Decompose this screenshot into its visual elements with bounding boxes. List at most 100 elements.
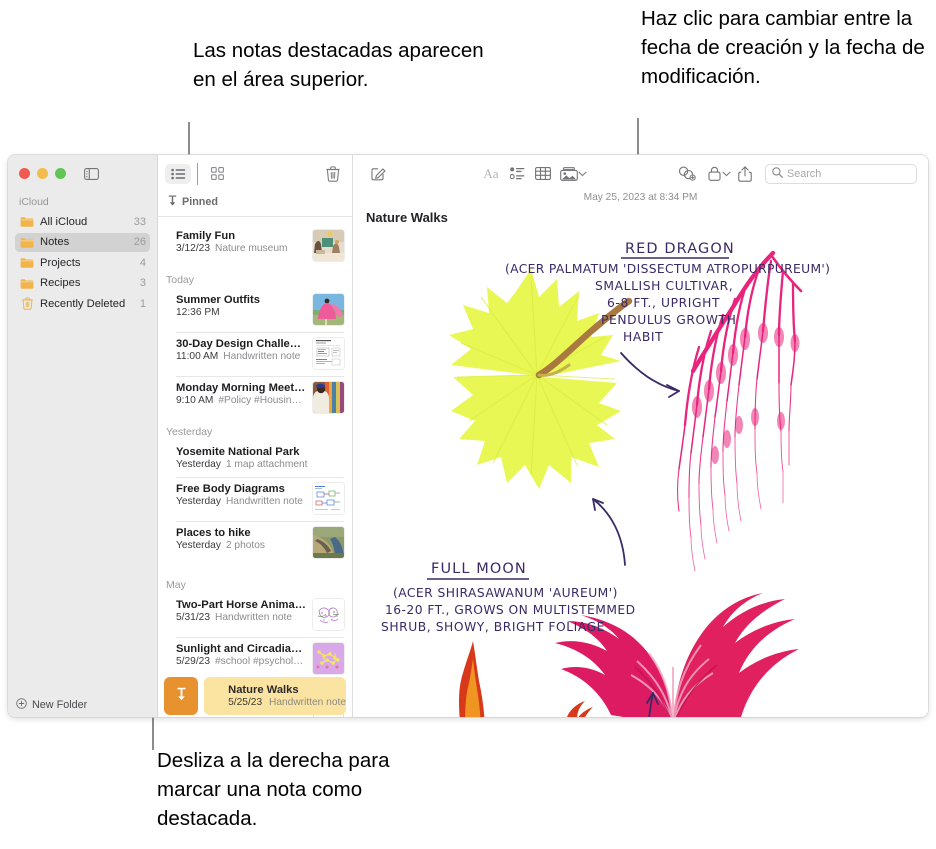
note-date: Yesterday <box>176 540 221 551</box>
list-view-icon[interactable] <box>165 163 191 184</box>
note-date: 5/31/23 <box>176 612 210 623</box>
svg-text:HABIT: HABIT <box>623 330 663 344</box>
swipe-to-pin-row[interactable]: Nature Walks 5/25/23 Handwritten note <box>164 677 346 715</box>
note-title: Places to hike <box>176 527 251 539</box>
sidebar-item-projects[interactable]: Projects 4 <box>15 253 150 273</box>
search-placeholder: Search <box>787 167 822 180</box>
list-item[interactable]: Summer Outfits 12:36 PM <box>158 288 352 332</box>
note-date: Yesterday <box>176 459 221 470</box>
list-item[interactable]: Monday Morning Meeting 9:10 AM #Policy #Ho… <box>158 376 352 420</box>
notes-window: iCloud All iCloud 33 Notes 26 Projects 4 Recip… <box>8 155 928 717</box>
pin-icon <box>168 193 177 211</box>
list-item[interactable]: Free Body Diagrams Yesterday Handwritten n… <box>158 477 352 521</box>
sidebar-toggle-icon[interactable] <box>83 167 99 180</box>
folder-list: All iCloud 33 Notes 26 Projects 4 Recipes 3 Rece… <box>8 212 157 315</box>
trash-icon <box>20 297 34 311</box>
svg-text:(ACER SHIRASAWANUM 'AUREUM'): (ACER SHIRASAWANUM 'AUREUM') <box>393 586 618 600</box>
delete-note-icon[interactable] <box>324 164 342 184</box>
search-input[interactable]: Search <box>765 163 917 184</box>
notes-list-column: Pinned Family Fun 3/12/23 Nature museum Tod… <box>158 155 353 717</box>
svg-text:16-20 FT., GROWS ON MULTISTEMM: 16-20 FT., GROWS ON MULTISTEMMED <box>385 603 636 617</box>
list-item[interactable]: Sunlight and Circadian… 5/29/23 #school #p… <box>158 637 352 681</box>
svg-text:SHRUB, SHOWY, BRIGHT FOLIAGE: SHRUB, SHOWY, BRIGHT FOLIAGE <box>381 620 605 634</box>
format-text-icon[interactable]: Aa <box>478 163 504 185</box>
hw-heading-full-moon: FULL MOON <box>431 561 527 577</box>
callout-date-toggle: Haz clic para cambiar entre la fecha de … <box>641 4 936 91</box>
note-text: Family Fun 3/12/23 Nature museum <box>176 230 306 254</box>
sidebar-item-count: 26 <box>133 236 146 249</box>
svg-text:PENDULUS GROWTH: PENDULUS GROWTH <box>601 313 736 327</box>
note-date-toggle[interactable]: May 25, 2023 at 8:34 PM <box>353 192 928 210</box>
share-tool-group: Search <box>674 163 917 185</box>
chevron-down-icon[interactable] <box>722 169 731 179</box>
callout-pinned-area: Las notas destacadas aparecen en el área… <box>193 36 493 94</box>
notes-group-label: Yesterday <box>166 426 213 438</box>
notes-scroll-area[interactable]: Family Fun 3/12/23 Nature museum Today Summe… <box>158 217 352 717</box>
gallery-view-icon[interactable] <box>204 164 230 184</box>
note-text: Summer Outfits 12:36 PM <box>176 294 306 318</box>
note-detail: 2 photos <box>225 540 266 551</box>
note-detail: #Policy #Housing… <box>218 395 306 406</box>
note-title: Summer Outfits <box>176 294 260 306</box>
sidebar-item-notes[interactable]: Notes 26 <box>15 232 150 252</box>
traffic-lights[interactable] <box>19 168 66 179</box>
sidebar-item-count: 3 <box>139 277 146 290</box>
list-item[interactable]: Yosemite National Park Yesterday 1 map att… <box>158 440 352 477</box>
list-item[interactable]: Family Fun 3/12/23 Nature museum <box>158 224 352 268</box>
note-thumbnail <box>313 643 344 674</box>
list-item[interactable]: Places to hike Yesterday 2 photos <box>158 521 352 565</box>
sidebar-item-label: All iCloud <box>40 215 88 228</box>
sidebar-item-label: Recipes <box>40 277 81 290</box>
sidebar-item-count: 33 <box>133 215 146 228</box>
swipe-note-card[interactable]: Nature Walks 5/25/23 Handwritten note <box>204 677 346 715</box>
sidebar-item-all-icloud[interactable]: All iCloud 33 <box>15 212 150 232</box>
callout-swipe-pin-text: Desliza a la derecha para marcar una not… <box>157 749 390 831</box>
sidebar-item-recipes[interactable]: Recipes 3 <box>15 274 150 294</box>
close-button[interactable] <box>19 168 30 179</box>
note-meta: Yesterday Handwritten note <box>176 496 306 507</box>
note-meta: 11:00 AM Handwritten note <box>176 351 306 362</box>
callout-swipe-pin: Desliza a la derecha para marcar una not… <box>157 746 447 833</box>
folder-icon <box>20 216 34 228</box>
orange-leaf <box>459 641 593 717</box>
note-text: Two-Part Horse Anima… 5/31/23 Handwritten … <box>176 599 306 623</box>
share-icon[interactable] <box>732 163 758 185</box>
list-item[interactable]: Two-Part Horse Anima… 5/31/23 Handwritten … <box>158 593 352 637</box>
note-title: Monday Morning Meeting <box>176 382 306 394</box>
toolbar-divider <box>197 162 199 185</box>
note-date: 12:36 PM <box>176 307 220 318</box>
compose-icon[interactable] <box>365 163 391 185</box>
note-meta: 5/25/23 Handwritten note <box>228 697 346 708</box>
sidebar-item-label: Notes <box>40 236 70 249</box>
sidebar-item-recently-deleted[interactable]: Recently Deleted 1 <box>15 294 150 314</box>
note-title: 30-Day Design Challen… <box>176 338 306 350</box>
notes-list-toolbar <box>158 155 352 192</box>
callout-pinned-area-text: Las notas destacadas aparecen en el área… <box>193 39 484 92</box>
note-canvas[interactable]: RED DRAGON (ACER PALMATUM 'DISSECTUM ATR… <box>353 225 928 717</box>
note-meta: 5/29/23 #school #psycholo… <box>176 656 306 667</box>
chevron-down-icon[interactable] <box>578 169 587 179</box>
note-date: 9:10 AM <box>176 395 214 406</box>
zoom-button[interactable] <box>55 168 66 179</box>
collaborate-icon[interactable] <box>674 163 700 185</box>
table-icon[interactable] <box>530 163 556 185</box>
note-date: 3/12/23 <box>176 243 210 254</box>
minimize-button[interactable] <box>37 168 48 179</box>
note-thumbnail <box>313 338 344 369</box>
note-detail: #school #psycholo… <box>215 656 306 667</box>
folder-icon <box>20 236 34 248</box>
note-title: Nature Walks <box>228 684 299 696</box>
detail-toolbar: Aa Search <box>353 155 928 192</box>
new-folder-button[interactable]: New Folder <box>8 692 157 717</box>
note-text: Sunlight and Circadian… 5/29/23 #school #p… <box>176 643 306 667</box>
note-date: 5/29/23 <box>176 656 210 667</box>
note-detail-pane: Aa Search May 25, 2023 at 8:34 PM Nature… <box>353 155 928 717</box>
pinned-section-label: Pinned <box>182 196 218 208</box>
note-title-heading: Nature Walks <box>366 210 448 225</box>
note-title: Sunlight and Circadian… <box>176 643 306 655</box>
list-item[interactable]: 30-Day Design Challen… 11:00 AM Handwritte… <box>158 332 352 376</box>
svg-text:(ACER PALMATUM 'DISSECTUM ATRO: (ACER PALMATUM 'DISSECTUM ATROPURPUREUM'… <box>505 262 830 276</box>
checklist-icon[interactable] <box>504 163 530 185</box>
swipe-pin-button[interactable] <box>164 677 199 715</box>
notes-group-label: May <box>166 579 186 591</box>
